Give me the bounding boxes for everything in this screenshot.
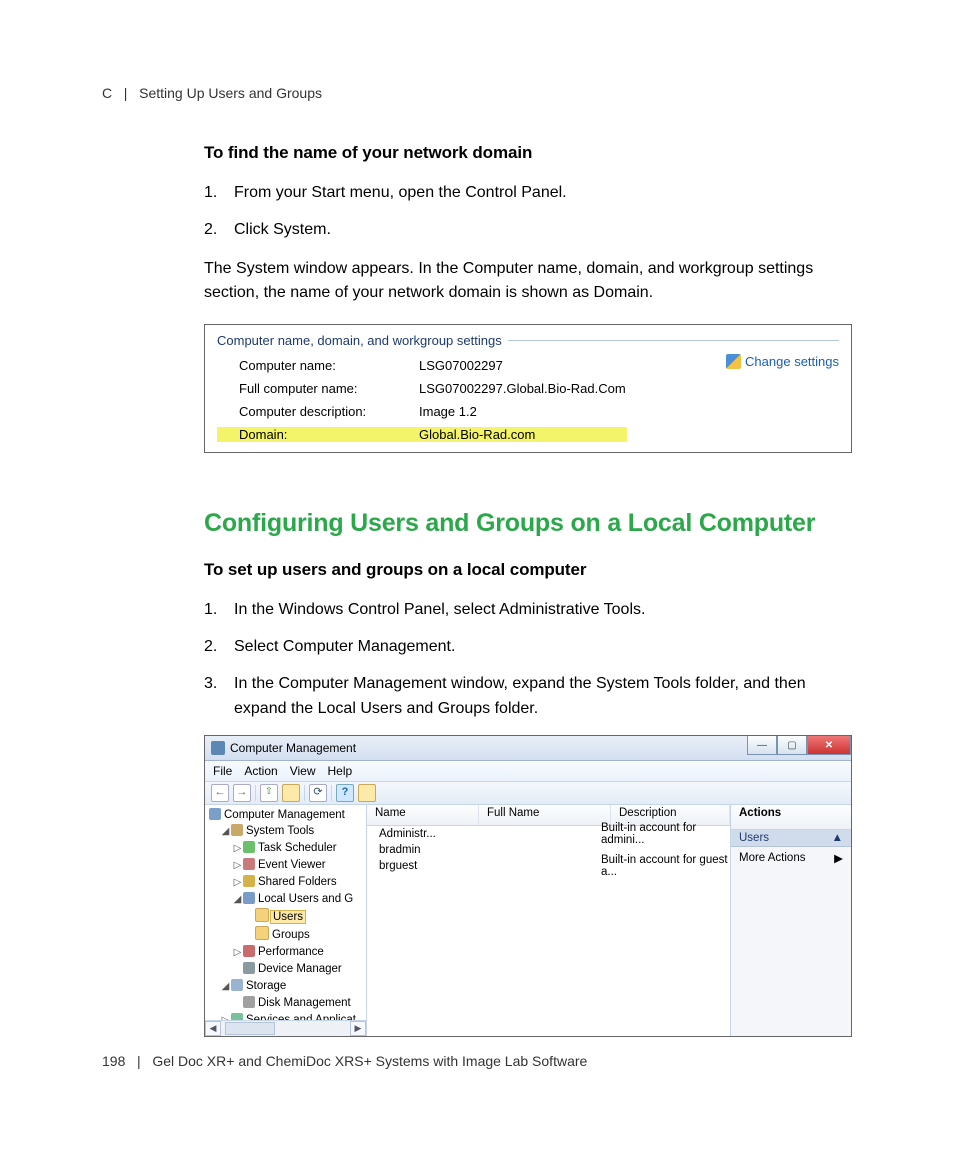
footer-title: Gel Doc XR+ and ChemiDoc XRS+ Systems wi… <box>152 1053 587 1069</box>
section-name: Setting Up Users and Groups <box>139 85 322 101</box>
tree-pane[interactable]: Computer Management ◢System Tools ▷Task … <box>205 805 367 1036</box>
menu-help[interactable]: Help <box>328 764 353 778</box>
panel-legend: Computer name, domain, and workgroup set… <box>217 333 508 348</box>
up-icon[interactable] <box>260 784 278 802</box>
help-icon[interactable] <box>336 784 354 802</box>
domain-row-highlighted: Domain:Global.Bio-Rad.com <box>217 423 839 446</box>
folder-icon[interactable] <box>282 784 300 802</box>
sub-heading-1: To find the name of your network domain <box>204 143 852 163</box>
steps-2: 1.In the Windows Control Panel, select A… <box>204 598 852 721</box>
system-properties-panel: Computer name, domain, and workgroup set… <box>204 324 852 453</box>
maximize-button[interactable]: ▢ <box>777 736 807 755</box>
page-header: C | Setting Up Users and Groups <box>102 85 852 101</box>
computer-management-window: Computer Management — ▢ ✕ File Action Vi… <box>204 735 852 1037</box>
list-item[interactable]: Administr...Built-in account for admini.… <box>367 826 730 842</box>
sub-heading-2: To set up users and groups on a local co… <box>204 560 852 580</box>
actions-pane: Actions Users▲ More Actions▶ <box>731 805 851 1036</box>
close-button[interactable]: ✕ <box>807 736 851 755</box>
toolbar <box>205 782 851 805</box>
app-icon <box>211 741 225 755</box>
actions-header: Actions <box>731 805 851 830</box>
list-item[interactable]: brguestBuilt-in account for guest a... <box>367 858 730 874</box>
horizontal-scrollbar[interactable]: ◀▶ <box>205 1020 366 1036</box>
section-heading-2: Configuring Users and Groups on a Local … <box>204 509 852 538</box>
minimize-button[interactable]: — <box>747 736 777 755</box>
back-icon[interactable] <box>211 784 229 802</box>
appendix-letter: C <box>102 85 112 101</box>
list-pane[interactable]: Name Full Name Description Administr...B… <box>367 805 731 1036</box>
page-footer: 198 | Gel Doc XR+ and ChemiDoc XRS+ Syst… <box>102 1053 587 1069</box>
menu-action[interactable]: Action <box>244 764 277 778</box>
properties-icon[interactable] <box>358 784 376 802</box>
menubar: File Action View Help <box>205 761 851 782</box>
tree-users-selected[interactable]: Users <box>270 910 306 924</box>
more-actions[interactable]: More Actions▶ <box>731 847 851 869</box>
menu-view[interactable]: View <box>290 764 316 778</box>
chevron-right-icon: ▶ <box>834 851 843 865</box>
menu-file[interactable]: File <box>213 764 232 778</box>
collapse-icon: ▲ <box>832 832 843 844</box>
col-name[interactable]: Name <box>367 805 479 825</box>
forward-icon[interactable] <box>233 784 251 802</box>
change-settings-link[interactable]: Change settings <box>726 354 839 369</box>
paragraph-1: The System window appears. In the Comput… <box>204 257 852 307</box>
page-number: 198 <box>102 1053 125 1069</box>
actions-context[interactable]: Users▲ <box>731 830 851 847</box>
steps-1: 1.From your Start menu, open the Control… <box>204 181 852 243</box>
refresh-icon[interactable] <box>309 784 327 802</box>
col-fullname[interactable]: Full Name <box>479 805 611 825</box>
shield-icon <box>726 354 741 369</box>
titlebar[interactable]: Computer Management — ▢ ✕ <box>205 736 851 761</box>
